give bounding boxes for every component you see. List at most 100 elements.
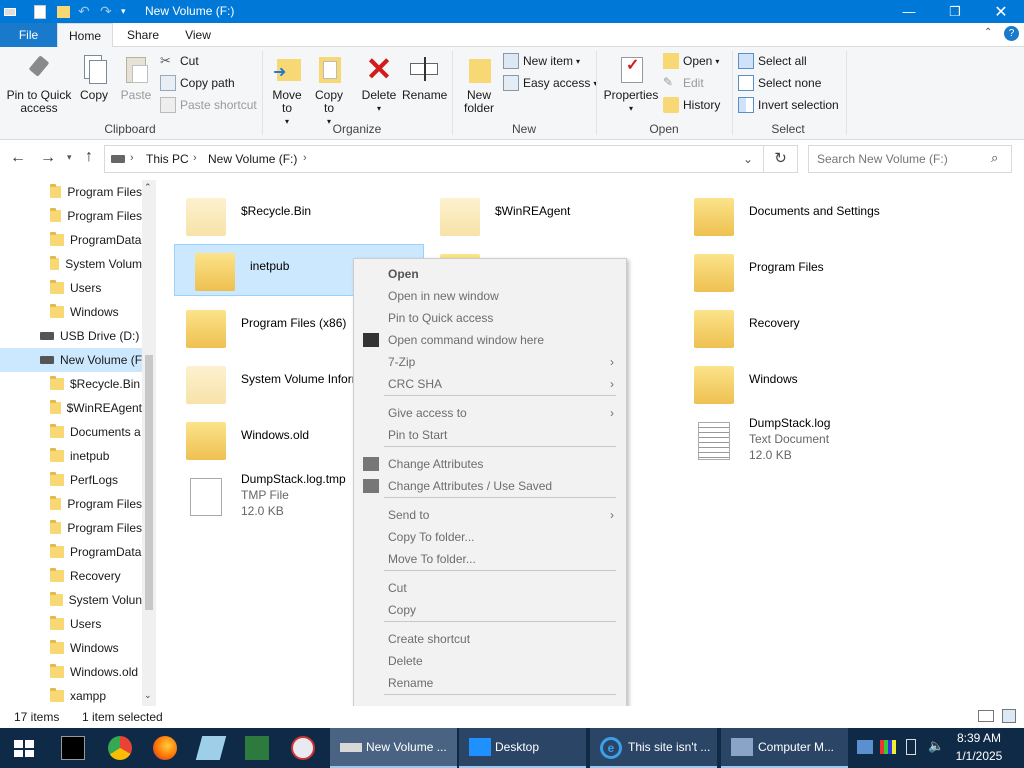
file-item[interactable]: DumpStack.log Text Document 12.0 KB <box>674 414 924 466</box>
history-button[interactable]: History <box>663 95 720 115</box>
context-menu-item[interactable]: Copy <box>354 599 626 621</box>
scroll-down-icon[interactable]: ⌄ <box>144 690 152 701</box>
tab-share[interactable]: Share <box>118 23 168 47</box>
address-dropdown-icon[interactable]: ⌄ <box>743 152 753 166</box>
nav-item[interactable]: System Volun <box>0 588 142 612</box>
nav-scrollbar[interactable]: ⌃ ⌄ <box>142 180 156 706</box>
back-arrow-icon[interactable]: ← <box>10 149 26 167</box>
chevron-right-icon[interactable]: › <box>193 152 197 164</box>
new-item-button[interactable]: New item ▾ <box>503 51 580 71</box>
usb-tray-icon[interactable] <box>906 739 916 755</box>
notepad-icon[interactable] <box>195 736 227 760</box>
volume-muted-icon[interactable]: 🔈 <box>928 738 944 754</box>
tab-view[interactable]: View <box>173 23 223 47</box>
nav-item[interactable]: Program Files <box>0 492 142 516</box>
chrome-icon[interactable] <box>108 736 132 760</box>
rename-button[interactable]: Rename <box>402 53 447 102</box>
context-menu-item[interactable]: Create shortcut <box>354 628 626 650</box>
nav-item[interactable]: New Volume (F <box>0 348 156 372</box>
collapse-ribbon-icon[interactable]: ⌃ <box>984 27 992 38</box>
open-button[interactable]: Open ▾ <box>663 51 719 71</box>
context-menu-item[interactable]: Delete <box>354 650 626 672</box>
nav-item[interactable]: Users <box>0 612 142 636</box>
folder-item[interactable]: Recovery <box>674 302 924 354</box>
context-menu-item[interactable]: Give access to › <box>354 402 626 424</box>
customize-qat-icon[interactable]: ▾ <box>121 3 126 20</box>
nav-item[interactable]: Documents a <box>0 420 142 444</box>
context-menu-item[interactable]: Open <box>354 263 626 285</box>
context-menu-item[interactable]: Open command window here <box>354 329 626 351</box>
context-menu-item[interactable]: Pin to Start <box>354 424 626 446</box>
taskbar-desktop-button[interactable]: Desktop <box>459 728 586 768</box>
context-menu-item[interactable]: Cut <box>354 577 626 599</box>
start-button[interactable] <box>0 728 48 768</box>
context-menu-item[interactable]: Rename <box>354 672 626 694</box>
nav-item[interactable]: USB Drive (D:) <box>0 324 142 348</box>
nav-item[interactable]: Program Files <box>0 204 142 228</box>
nav-item[interactable]: Program Files <box>0 180 142 204</box>
details-view-icon[interactable] <box>978 710 994 722</box>
nav-item[interactable]: Recovery <box>0 564 142 588</box>
context-menu-item[interactable]: Change Attributes <box>354 453 626 475</box>
folder-item[interactable]: $WinREAgent <box>420 190 670 242</box>
context-menu-item[interactable]: Move To folder... <box>354 548 626 570</box>
address-bar[interactable]: › This PC › New Volume (F:) › ⌄ <box>104 145 764 173</box>
undo-icon[interactable]: ↶ <box>78 3 90 20</box>
tab-home[interactable]: Home <box>57 23 113 48</box>
paste-shortcut-button[interactable]: Paste shortcut <box>160 95 257 115</box>
copy-path-button[interactable]: Copy path <box>160 73 235 93</box>
clock-date[interactable]: 1/1/2025 <box>944 749 1014 763</box>
invert-selection-button[interactable]: Invert selection <box>738 95 839 115</box>
context-menu-item[interactable]: Change Attributes / Use Saved <box>354 475 626 497</box>
breadcrumb-volume[interactable]: New Volume (F:) <box>208 152 297 166</box>
folder-item[interactable]: Documents and Settings <box>674 190 924 242</box>
forward-arrow-icon[interactable]: → <box>40 149 56 167</box>
up-arrow-icon[interactable]: ↑ <box>85 148 93 166</box>
paint-app-icon[interactable] <box>291 736 315 760</box>
copy-button[interactable]: Copy <box>76 53 112 102</box>
folder-item[interactable]: $Recycle.Bin <box>166 190 416 242</box>
nav-item[interactable]: Program Files <box>0 516 142 540</box>
nav-item[interactable]: PerfLogs <box>0 468 142 492</box>
context-menu-item[interactable]: CRC SHA › <box>354 373 626 395</box>
context-menu-item[interactable]: Open in new window <box>354 285 626 307</box>
taskbar-computer-button[interactable]: Computer M... <box>721 728 848 768</box>
breadcrumb-this-pc[interactable]: This PC <box>146 152 189 166</box>
refresh-icon[interactable]: ↻ <box>764 145 798 173</box>
cut-button[interactable]: ✂ Cut <box>160 51 199 71</box>
nav-item[interactable]: xampp <box>0 684 142 706</box>
large-icons-view-icon[interactable] <box>1002 709 1016 723</box>
context-menu-item[interactable]: Copy To folder... <box>354 526 626 548</box>
minimize-button[interactable]: — <box>886 0 932 23</box>
select-all-button[interactable]: Select all <box>738 51 807 71</box>
maximize-button[interactable]: ❐ <box>932 0 978 23</box>
cmd-icon[interactable] <box>61 736 85 760</box>
search-input[interactable] <box>817 150 987 168</box>
paste-button[interactable]: Paste <box>118 53 154 102</box>
nav-item[interactable]: Windows <box>0 636 142 660</box>
properties-qat-icon[interactable] <box>34 3 46 20</box>
folder-item[interactable]: Windows <box>674 358 924 410</box>
nav-item[interactable]: $Recycle.Bin <box>0 372 142 396</box>
move-to-button[interactable]: ➜ Move to ▾ <box>268 53 306 128</box>
chevron-right-icon[interactable]: › <box>130 152 134 164</box>
firefox-icon[interactable] <box>153 736 177 760</box>
context-menu-item[interactable]: Pin to Quick access <box>354 307 626 329</box>
copy-to-button[interactable]: Copy to ▾ <box>310 53 348 128</box>
taskbar-ie-button[interactable]: e This site isn't ... <box>590 728 717 768</box>
easy-access-button[interactable]: Easy access▾ <box>503 73 597 93</box>
search-icon[interactable]: ⌕ <box>991 150 998 166</box>
context-menu-item[interactable]: Send to › <box>354 504 626 526</box>
tab-file[interactable]: File <box>0 23 57 47</box>
nav-item[interactable]: ProgramData <box>0 540 142 564</box>
chevron-right-icon[interactable]: › <box>303 152 307 164</box>
pin-quick-access-button[interactable]: Pin to Quick access <box>4 53 74 115</box>
close-button[interactable]: ✕ <box>978 0 1024 23</box>
nav-item[interactable]: System Volum <box>0 252 142 276</box>
nav-item[interactable]: ProgramData <box>0 228 142 252</box>
new-folder-button[interactable]: New folder <box>458 53 500 115</box>
nav-item[interactable]: Windows.old <box>0 660 142 684</box>
nav-scroll-thumb[interactable] <box>145 355 153 610</box>
properties-button[interactable]: ✓ Properties ▾ <box>602 53 660 115</box>
charts-app-icon[interactable] <box>245 736 269 760</box>
